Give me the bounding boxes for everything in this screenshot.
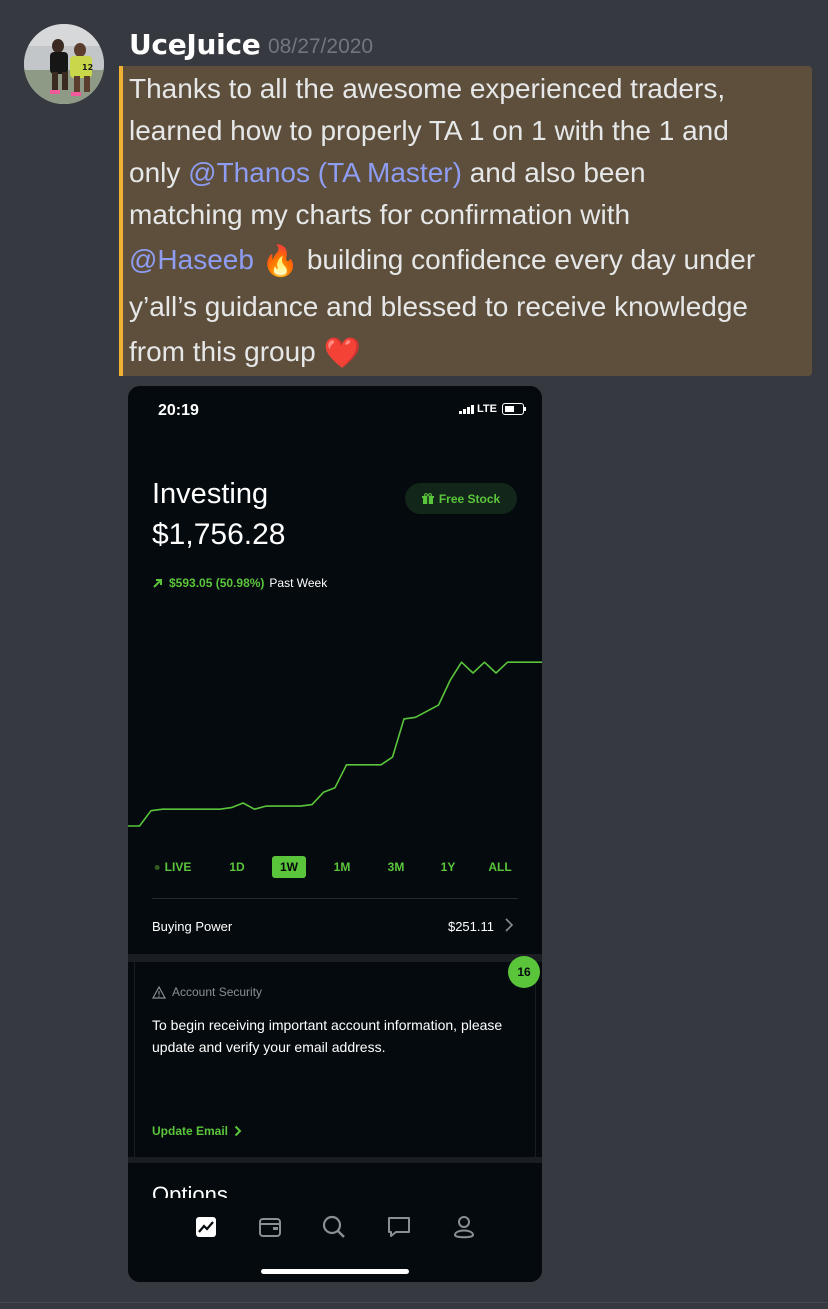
message-text: building confidence every day under [299, 244, 756, 275]
update-email-label: Update Email [152, 1124, 229, 1138]
signal-icon [459, 404, 475, 414]
avatar[interactable]: 12 [24, 24, 104, 104]
message-text: from this group [129, 336, 324, 367]
range-label: 1W [280, 860, 298, 874]
gain-amount: $593.05 (50.98%) [169, 576, 265, 590]
page-title: Investing [152, 478, 269, 510]
status-bar: LTE [459, 403, 526, 415]
portfolio-chart[interactable] [128, 636, 542, 846]
svg-text:12: 12 [82, 63, 93, 72]
range-1m[interactable]: 1M [334, 856, 351, 878]
message-line: @Haseeb 🔥 building confidence every day … [129, 236, 807, 286]
account-security-title: Account Security [152, 985, 262, 999]
warning-icon [152, 985, 166, 999]
search-icon[interactable] [321, 1214, 347, 1240]
range-selector: LIVE 1D 1W 1M 3M 1Y ALL [128, 856, 542, 880]
gain-period: Past Week [269, 576, 328, 590]
home-indicator [261, 1269, 409, 1274]
message-line: y’all’s guidance and blessed to receive … [129, 291, 748, 322]
buying-power-value[interactable]: $251.11 [448, 919, 494, 934]
notification-badge[interactable]: 16 [508, 956, 540, 988]
username[interactable]: UceJuice [129, 28, 261, 61]
options-heading: Options [152, 1182, 228, 1198]
buying-power-label[interactable]: Buying Power [152, 919, 232, 934]
range-label: ALL [488, 860, 512, 874]
section-separator [128, 954, 542, 962]
gift-icon [421, 492, 434, 504]
message-line: only @Thanos (TA Master) and also been [129, 152, 807, 194]
timestamp: 08/27/2020 [268, 35, 374, 58]
image-attachment[interactable]: 20:19 LTE Investing $1,756.28 Free Stock… [128, 386, 542, 1282]
chevron-right-icon[interactable] [504, 917, 514, 933]
chart-icon[interactable] [193, 1214, 219, 1240]
free-stock-label: Free Stock [438, 491, 501, 506]
free-stock-button[interactable]: Free Stock [405, 483, 517, 514]
range-label: 1M [333, 860, 351, 874]
account-security-label: Account Security [172, 985, 263, 999]
range-label: 3M [387, 860, 405, 874]
arrow-up-right-icon [153, 579, 162, 588]
account-security-body: To begin receiving important account inf… [152, 1017, 503, 1055]
divider [0, 1302, 828, 1303]
range-live[interactable]: LIVE [154, 856, 192, 878]
range-label: LIVE [164, 860, 192, 874]
fire-emoji-icon: 🔥 [261, 245, 300, 278]
chart-series-line [128, 661, 542, 827]
network-label: LTE [477, 403, 497, 415]
update-email-link[interactable]: Update Email [152, 1124, 242, 1138]
message-content: Thanks to all the awesome experienced tr… [129, 68, 807, 378]
range-1w[interactable]: 1W [272, 856, 306, 878]
message-text: and also been [461, 157, 646, 188]
range-all[interactable]: ALL [488, 856, 511, 878]
live-dot-icon [154, 865, 160, 871]
range-3m[interactable]: 3M [388, 856, 405, 878]
portfolio-value: $1,756.28 [152, 518, 286, 551]
range-label: 1D [229, 860, 245, 874]
battery-icon [502, 403, 526, 415]
mention-thanos[interactable]: @Thanos (TA Master) [188, 157, 462, 188]
range-label: 1Y [440, 860, 456, 874]
status-time: 20:19 [158, 402, 199, 419]
message-line: from this group ❤️ [129, 328, 807, 378]
range-1y[interactable]: 1Y [441, 856, 456, 878]
range-1d[interactable]: 1D [229, 856, 244, 878]
section-separator [128, 1157, 542, 1163]
wallet-icon[interactable] [257, 1214, 283, 1240]
message-text: only [129, 157, 189, 188]
gain-summary: $593.05 (50.98%) Past Week [152, 576, 327, 590]
avatar-photo: 12 [24, 24, 104, 104]
mention-haseeb[interactable]: @Haseeb [129, 244, 254, 275]
divider [152, 898, 518, 899]
message-line: matching my charts for confirmation with [129, 199, 631, 230]
chevron-right-icon [234, 1125, 242, 1137]
heart-emoji-icon: ❤️ [323, 337, 361, 370]
message-line: Thanks to all the awesome experienced tr… [129, 73, 726, 104]
messages-icon[interactable] [386, 1214, 412, 1240]
message-line: learned how to properly TA 1 on 1 with t… [129, 115, 729, 146]
account-icon[interactable] [451, 1214, 477, 1240]
